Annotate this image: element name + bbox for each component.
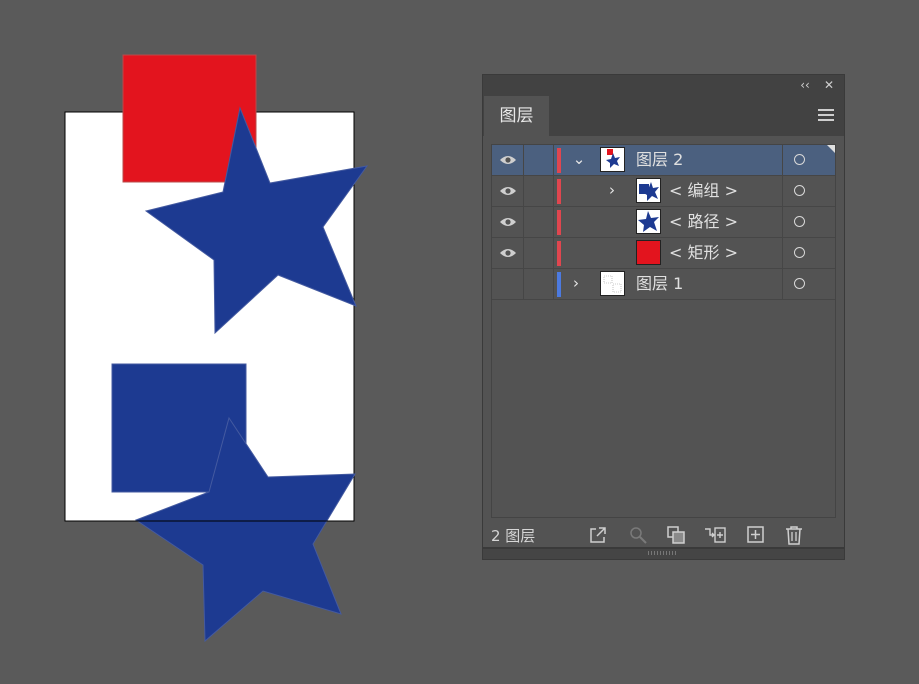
layer-row-path[interactable]: < 路径 > <box>492 207 835 238</box>
group-thumbnail <box>636 178 661 203</box>
layer-color-bar <box>557 272 561 297</box>
target-toggle[interactable] <box>782 207 835 237</box>
panel-title-bar[interactable]: ‹‹ ✕ <box>483 75 844 96</box>
path-thumbnail <box>636 209 661 234</box>
target-toggle[interactable] <box>782 269 835 299</box>
selection-indicator <box>827 145 835 153</box>
target-circle-icon <box>794 247 805 258</box>
delete-icon[interactable] <box>783 524 805 546</box>
layer-row-layer1[interactable]: › 图层 1 <box>492 269 835 300</box>
resize-grip[interactable] <box>483 547 844 559</box>
layers-panel: ‹‹ ✕ 图层 ⌄ 图层 2 › < 编组 > < 路径 > < 矩形 > › … <box>482 74 845 560</box>
export-icon[interactable] <box>587 524 609 546</box>
layer-count-label: 2 图层 <box>491 527 536 545</box>
layer-name: < 矩形 > <box>669 243 738 262</box>
layer-color-bar <box>557 210 561 235</box>
chevron-right-icon[interactable]: › <box>605 182 619 198</box>
lock-toggle[interactable] <box>524 238 554 268</box>
layer-color-bar <box>557 241 561 266</box>
eye-icon <box>500 218 516 226</box>
layers-list: ⌄ 图层 2 › < 编组 > < 路径 > < 矩形 > › 图层 1 <box>491 144 836 518</box>
lock-toggle[interactable] <box>524 207 554 237</box>
close-icon[interactable]: ✕ <box>820 77 838 93</box>
layer-row-rectangle[interactable]: < 矩形 > <box>492 238 835 269</box>
layer-color-bar <box>557 148 561 173</box>
create-sublayer-icon[interactable] <box>704 524 726 546</box>
visibility-toggle[interactable] <box>492 207 524 237</box>
target-toggle[interactable] <box>782 238 835 268</box>
target-toggle[interactable] <box>782 176 835 206</box>
new-layer-icon[interactable] <box>745 524 767 546</box>
layer-row-group[interactable]: › < 编组 > <box>492 176 835 207</box>
target-circle-icon <box>794 185 805 196</box>
tab-layers[interactable]: 图层 <box>484 96 549 136</box>
layer-color-bar <box>557 179 561 204</box>
locate-object-icon[interactable] <box>627 524 649 546</box>
target-circle-icon <box>794 216 805 227</box>
target-circle-icon <box>794 154 805 165</box>
layer-name: 图层 1 <box>636 274 684 293</box>
lock-toggle[interactable] <box>524 145 554 175</box>
panel-footer: 2 图层 <box>483 521 844 549</box>
visibility-toggle[interactable] <box>492 145 524 175</box>
visibility-toggle[interactable] <box>492 238 524 268</box>
layer-thumbnail <box>600 147 625 172</box>
layer-name: < 路径 > <box>669 212 738 231</box>
visibility-toggle[interactable] <box>492 269 524 299</box>
visibility-toggle[interactable] <box>492 176 524 206</box>
layer-thumbnail <box>600 271 625 296</box>
chevron-right-icon[interactable]: › <box>569 275 583 291</box>
lock-toggle[interactable] <box>524 176 554 206</box>
eye-icon <box>500 156 516 164</box>
chevron-down-icon[interactable]: ⌄ <box>572 151 586 167</box>
layer-name: 图层 2 <box>636 150 684 169</box>
make-clipping-mask-icon[interactable] <box>665 524 687 546</box>
layer-row-layer2[interactable]: ⌄ 图层 2 <box>492 145 835 176</box>
eye-icon <box>500 187 516 195</box>
eye-icon <box>500 249 516 257</box>
double-chevron-left-icon[interactable]: ‹‹ <box>796 77 814 93</box>
rectangle-thumbnail <box>636 240 661 265</box>
hamburger-menu-icon[interactable] <box>818 109 834 123</box>
lock-toggle[interactable] <box>524 269 554 299</box>
target-circle-icon <box>794 278 805 289</box>
panel-tab-bar: 图层 <box>483 96 844 136</box>
layer-name: < 编组 > <box>669 181 738 200</box>
